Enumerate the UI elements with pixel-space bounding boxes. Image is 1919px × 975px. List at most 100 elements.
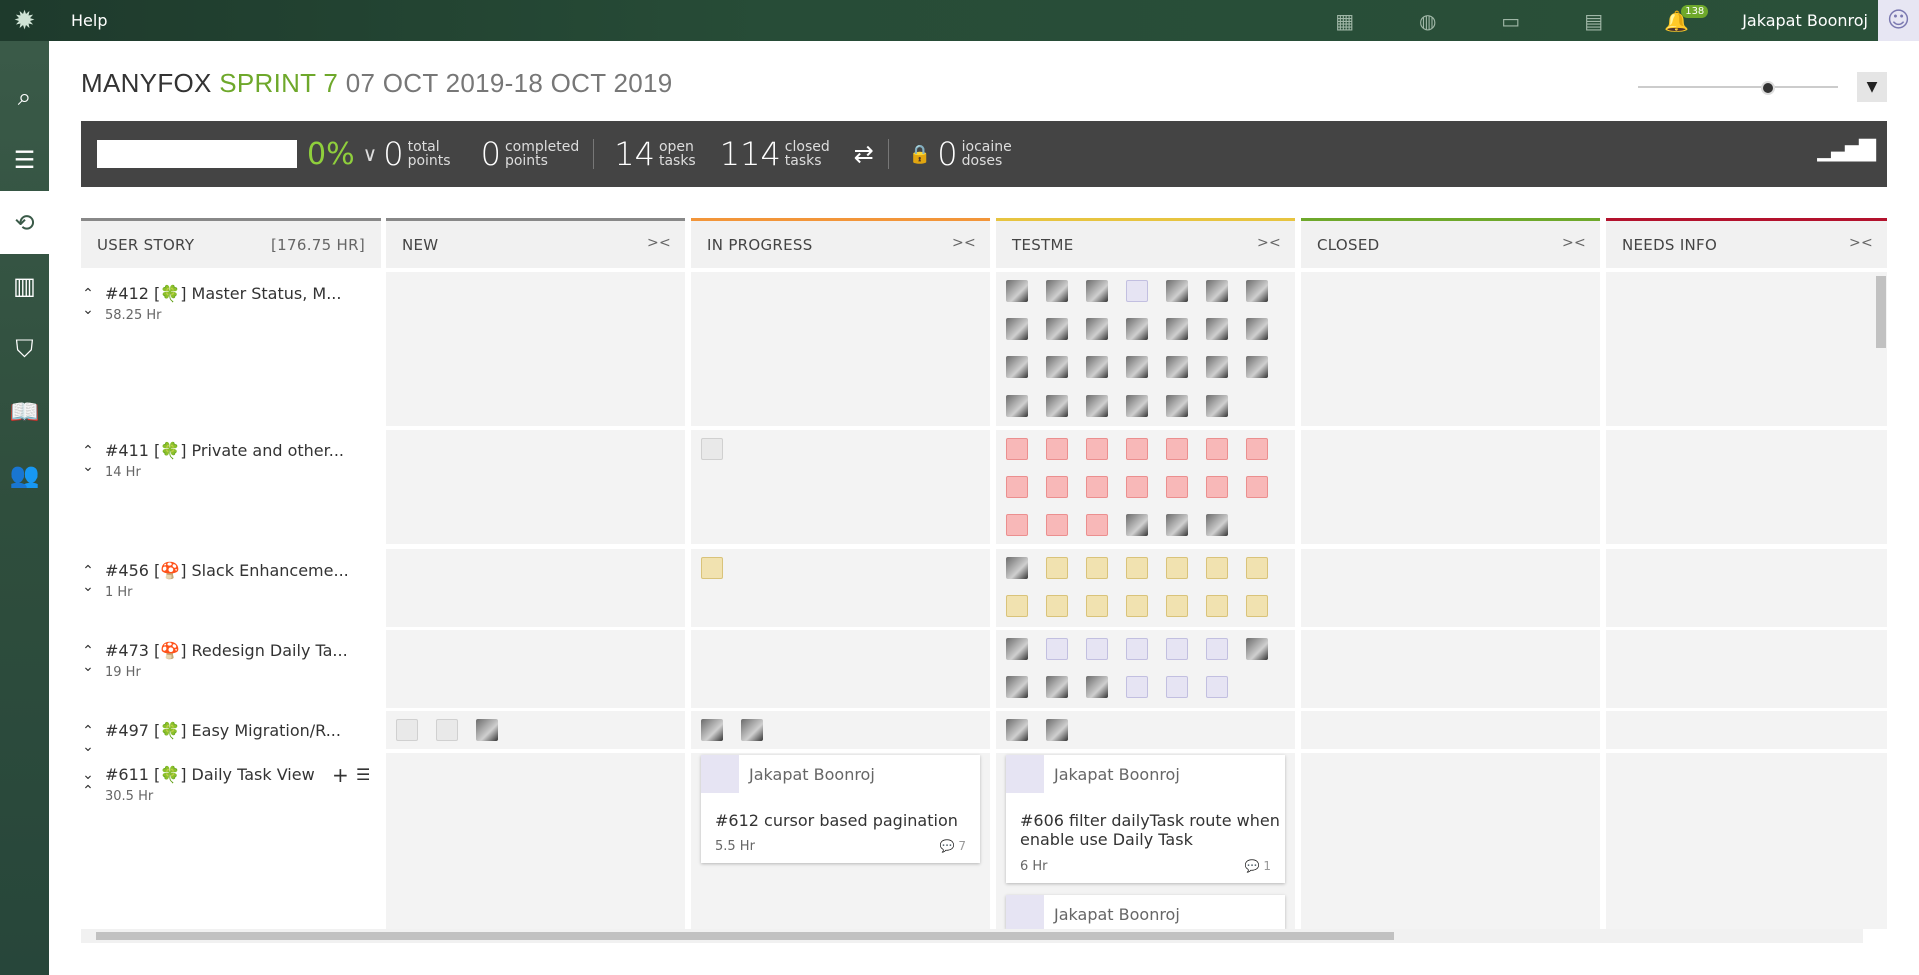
task-avatar[interactable] bbox=[1006, 395, 1028, 417]
task-avatar[interactable] bbox=[1206, 280, 1228, 302]
task-avatar[interactable] bbox=[1166, 476, 1188, 498]
task-avatar[interactable] bbox=[1046, 476, 1068, 498]
task-avatar[interactable] bbox=[1126, 514, 1148, 536]
task-avatar[interactable] bbox=[1126, 476, 1148, 498]
task-avatar[interactable] bbox=[1246, 318, 1268, 340]
collapse-icon[interactable]: ⌄ ⌃ bbox=[81, 767, 95, 799]
task-avatar[interactable] bbox=[1006, 719, 1028, 741]
task-avatar[interactable] bbox=[1046, 356, 1068, 378]
expand-icon[interactable]: ⌃ ⌄ bbox=[81, 563, 95, 595]
story-title[interactable]: #411 [🍀] Private and other... bbox=[105, 441, 344, 460]
task-avatar[interactable] bbox=[1006, 557, 1028, 579]
search-icon[interactable]: ⌕ bbox=[0, 65, 49, 128]
task-avatar[interactable] bbox=[1086, 676, 1108, 698]
task-avatar[interactable] bbox=[1006, 514, 1028, 536]
wiki-icon[interactable]: 📖 bbox=[0, 380, 49, 443]
story-title[interactable]: #611 [🍀] Daily Task View bbox=[105, 765, 315, 784]
fold-column-icon[interactable]: >< bbox=[1257, 235, 1281, 251]
story-title[interactable]: #412 [🍀] Master Status, M... bbox=[105, 284, 341, 303]
task-avatar[interactable] bbox=[1086, 318, 1108, 340]
fold-column-icon[interactable]: >< bbox=[647, 235, 671, 251]
task-avatar[interactable] bbox=[1166, 514, 1188, 536]
task-avatar[interactable] bbox=[1166, 395, 1188, 417]
task-avatar[interactable] bbox=[701, 438, 723, 460]
task-avatar[interactable] bbox=[1166, 595, 1188, 617]
task-avatar[interactable] bbox=[1206, 676, 1228, 698]
zoom-slider-handle[interactable] bbox=[1761, 81, 1775, 95]
task-avatar[interactable] bbox=[1126, 676, 1148, 698]
burndown-graph-icon[interactable]: ▁▃▅▇ bbox=[1817, 137, 1876, 162]
task-avatar[interactable] bbox=[1046, 318, 1068, 340]
task-avatar[interactable] bbox=[1126, 438, 1148, 460]
task-avatar[interactable] bbox=[1206, 318, 1228, 340]
folder-icon[interactable]: ▭ bbox=[1469, 0, 1552, 41]
task-avatar[interactable] bbox=[1086, 438, 1108, 460]
task-avatar[interactable] bbox=[1206, 557, 1228, 579]
task-avatar[interactable] bbox=[1006, 676, 1028, 698]
task-avatar[interactable] bbox=[1206, 438, 1228, 460]
task-avatar[interactable] bbox=[1206, 395, 1228, 417]
horizontal-scrollbar[interactable] bbox=[81, 929, 1863, 943]
task-avatar[interactable] bbox=[1166, 638, 1188, 660]
task-avatar[interactable] bbox=[1086, 595, 1108, 617]
task-avatar[interactable] bbox=[1126, 318, 1148, 340]
task-card[interactable]: Jakapat Boonroj bbox=[1006, 895, 1285, 929]
filter-button[interactable]: ▼ bbox=[1857, 72, 1887, 102]
task-card[interactable]: Jakapat Boonroj #612 cursor based pagina… bbox=[701, 755, 980, 863]
task-avatar[interactable] bbox=[1046, 280, 1068, 302]
help-link[interactable]: Help bbox=[71, 11, 107, 30]
team-icon[interactable]: 👥 bbox=[0, 443, 49, 506]
task-avatar[interactable] bbox=[1006, 356, 1028, 378]
issues-icon[interactable]: ⛉ bbox=[0, 317, 49, 380]
task-avatar[interactable] bbox=[1126, 280, 1148, 302]
card-title[interactable]: #606 filter dailyTask route when enable … bbox=[1020, 811, 1280, 849]
task-avatar[interactable] bbox=[1006, 638, 1028, 660]
task-avatar[interactable] bbox=[476, 719, 498, 741]
task-avatar[interactable] bbox=[1246, 638, 1268, 660]
task-avatar[interactable] bbox=[701, 719, 723, 741]
task-avatar[interactable] bbox=[1206, 514, 1228, 536]
task-avatar[interactable] bbox=[701, 557, 723, 579]
sprint-icon[interactable]: ⟲ bbox=[0, 191, 49, 254]
expand-icon[interactable]: ⌃ ⌄ bbox=[81, 643, 95, 675]
task-avatar[interactable] bbox=[1046, 557, 1068, 579]
app-logo-icon[interactable]: ✹ bbox=[0, 0, 49, 41]
task-avatar[interactable] bbox=[1006, 438, 1028, 460]
globe-icon[interactable]: ◍ bbox=[1386, 0, 1469, 41]
task-avatar[interactable] bbox=[1126, 557, 1148, 579]
story-title[interactable]: #456 [🍄] Slack Enhanceme... bbox=[105, 561, 349, 580]
task-avatar[interactable] bbox=[1006, 595, 1028, 617]
task-avatar[interactable] bbox=[1126, 638, 1148, 660]
task-avatar[interactable] bbox=[1046, 395, 1068, 417]
swap-icon[interactable]: ⇄ bbox=[854, 140, 874, 168]
horizontal-scrollbar-thumb[interactable] bbox=[96, 932, 1394, 940]
fold-column-icon[interactable]: >< bbox=[1562, 235, 1586, 251]
task-avatar[interactable] bbox=[1126, 356, 1148, 378]
task-avatar[interactable] bbox=[1166, 356, 1188, 378]
task-avatar[interactable] bbox=[1246, 595, 1268, 617]
fold-column-icon[interactable]: >< bbox=[952, 235, 976, 251]
task-avatar[interactable] bbox=[1086, 356, 1108, 378]
task-avatar[interactable] bbox=[1166, 318, 1188, 340]
card-user[interactable]: Jakapat Boonroj bbox=[749, 765, 875, 784]
task-avatar[interactable] bbox=[1246, 557, 1268, 579]
task-avatar[interactable] bbox=[1046, 438, 1068, 460]
task-avatar[interactable] bbox=[1166, 438, 1188, 460]
task-avatar[interactable] bbox=[1246, 356, 1268, 378]
task-avatar[interactable] bbox=[1086, 638, 1108, 660]
expand-icon[interactable]: ⌃ ⌄ bbox=[81, 723, 95, 755]
expand-icon[interactable]: ⌃ ⌄ bbox=[81, 443, 95, 475]
task-avatar[interactable] bbox=[1206, 356, 1228, 378]
task-card[interactable]: Jakapat Boonroj #606 filter dailyTask ro… bbox=[1006, 755, 1285, 883]
task-avatar[interactable] bbox=[1046, 595, 1068, 617]
task-avatar[interactable] bbox=[1086, 514, 1108, 536]
task-avatar[interactable] bbox=[1206, 476, 1228, 498]
task-avatar[interactable] bbox=[436, 719, 458, 741]
task-avatar[interactable] bbox=[1046, 514, 1068, 536]
project-name[interactable]: MANYFOX bbox=[81, 68, 212, 98]
add-task-icon[interactable]: + bbox=[332, 763, 349, 787]
backlog-icon[interactable]: ☰ bbox=[0, 128, 49, 191]
task-avatar[interactable] bbox=[1166, 280, 1188, 302]
user-name[interactable]: Jakapat Boonroj bbox=[1718, 11, 1878, 30]
kanban-icon[interactable]: ▥ bbox=[0, 254, 49, 317]
